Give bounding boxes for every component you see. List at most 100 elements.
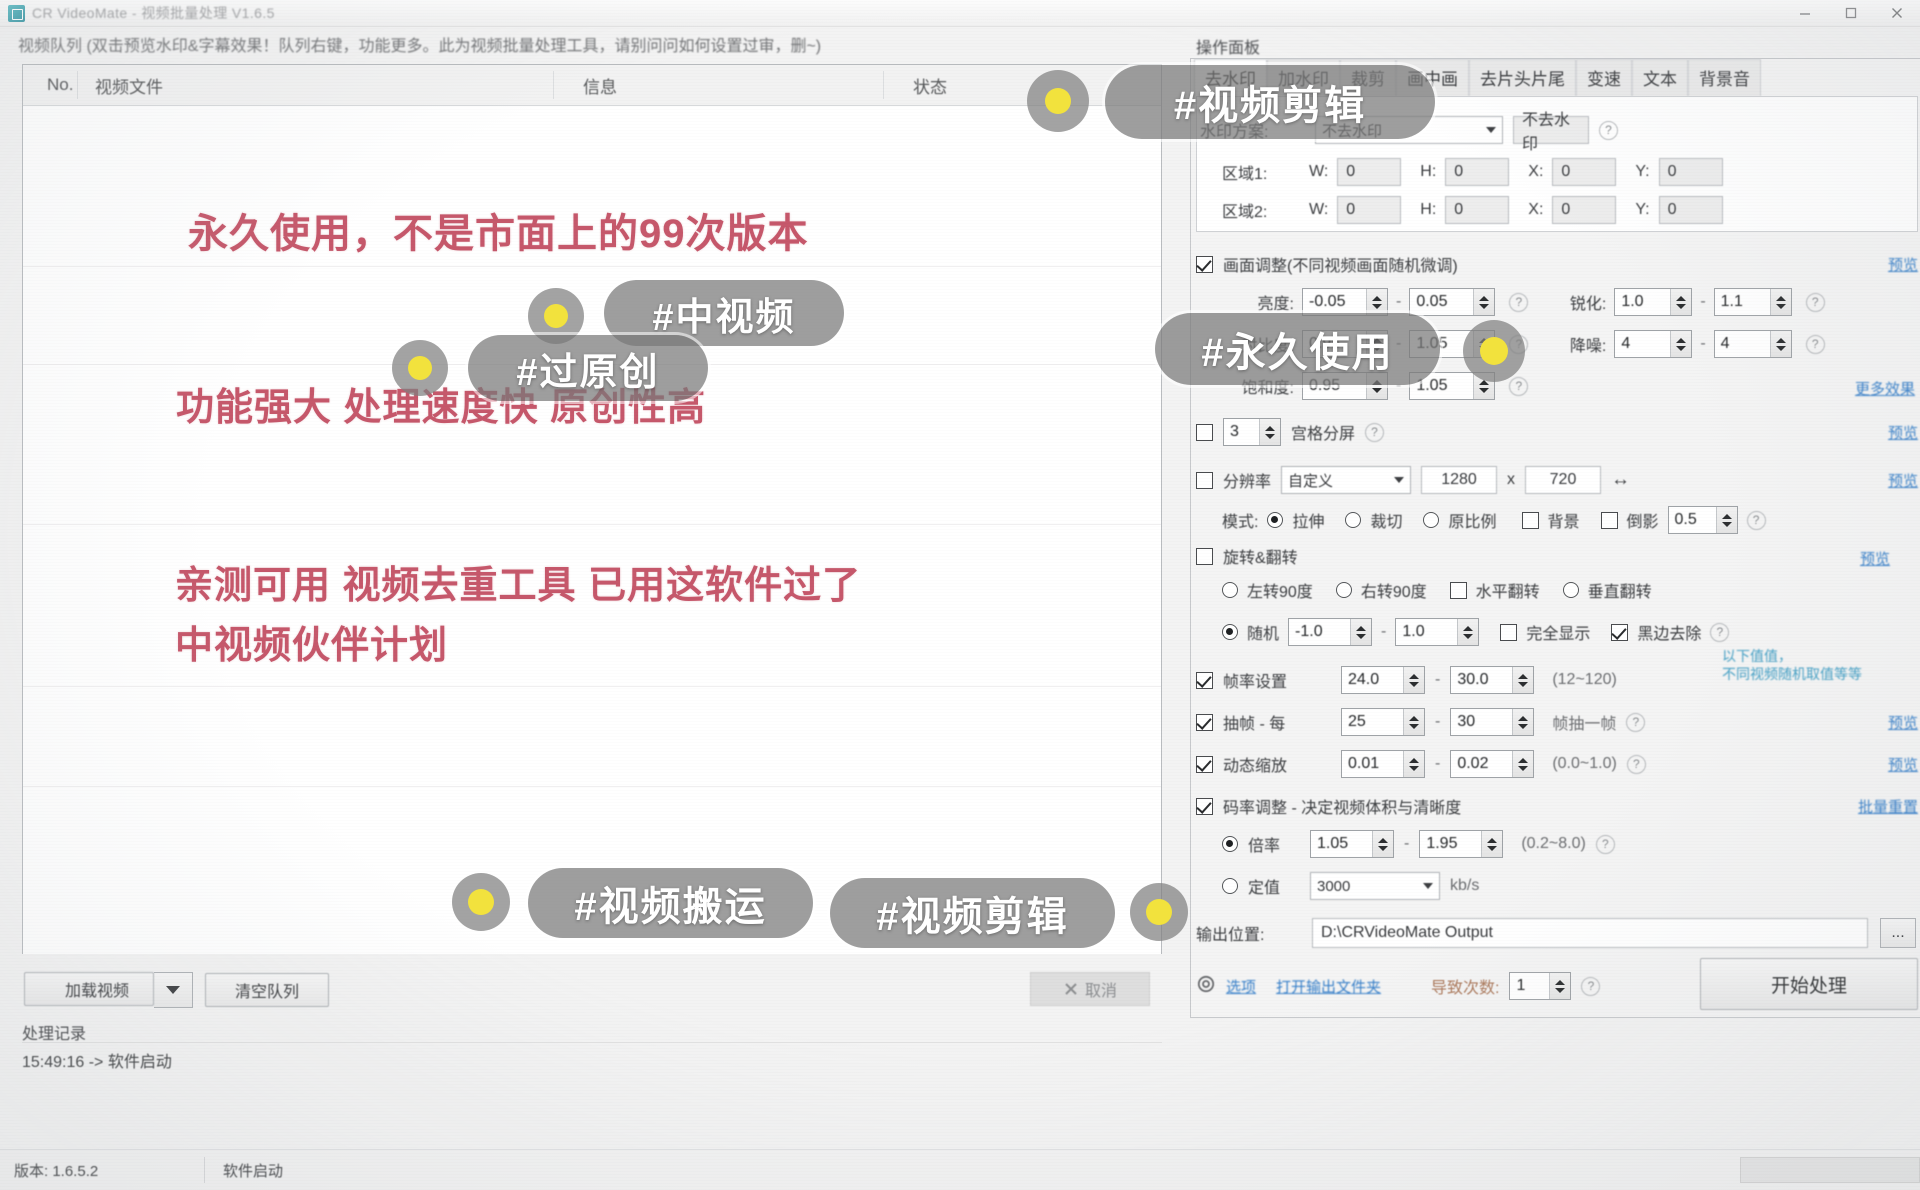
watermark-help-icon[interactable]: ? [1599, 120, 1618, 140]
dynamic-zoom-preview-link[interactable]: 预览 [1888, 754, 1918, 775]
region2-x-input[interactable]: 0 [1552, 196, 1617, 224]
region2-h-input[interactable]: 0 [1445, 196, 1510, 224]
batch-reset-link[interactable]: 批量重置 [1858, 796, 1918, 817]
region1-y-input[interactable]: 0 [1658, 158, 1723, 186]
options-link[interactable]: 选项 [1226, 976, 1256, 997]
dropframe-help-icon[interactable]: ? [1626, 712, 1646, 732]
tab-speed[interactable]: 变速 [1576, 59, 1632, 96]
framerate-min-stepper[interactable] [1403, 667, 1424, 693]
grid-split-input[interactable] [1224, 419, 1259, 445]
rotate-right-90-radio[interactable] [1335, 582, 1352, 598]
black-edge-remove-checkbox[interactable] [1611, 623, 1629, 641]
resolution-help-icon[interactable]: ? [1746, 510, 1766, 530]
dropframe-checkbox[interactable] [1196, 713, 1213, 731]
open-output-folder-link[interactable]: 打开输出文件夹 [1276, 976, 1381, 997]
resolution-background-checkbox[interactable] [1521, 511, 1539, 529]
load-video-button[interactable]: 加载视频 [24, 972, 154, 1006]
grid-split-help-icon[interactable]: ? [1365, 422, 1385, 442]
output-path-input[interactable]: D:\CRVideoMate Output [1312, 918, 1868, 948]
rotate-random-min-input[interactable] [1289, 619, 1351, 645]
brightness-min-input[interactable] [1303, 289, 1366, 315]
rotate-help-icon[interactable]: ? [1710, 622, 1730, 642]
sharpen-help-icon[interactable]: ? [1805, 292, 1825, 312]
dynamic-zoom-max-stepper[interactable] [1512, 751, 1534, 777]
close-button[interactable] [1874, 0, 1920, 26]
dynamic-zoom-max-input[interactable] [1451, 751, 1513, 777]
picture-adjust-checkbox[interactable] [1196, 255, 1213, 273]
bitrate-multiplier-max-stepper[interactable] [1481, 831, 1503, 857]
framerate-max-stepper[interactable] [1512, 667, 1534, 693]
sharpen-max-input[interactable] [1714, 289, 1770, 315]
bitrate-checkbox[interactable] [1196, 797, 1213, 815]
denoise-max-stepper[interactable] [1769, 331, 1791, 357]
region1-x-input[interactable]: 0 [1552, 158, 1617, 186]
region1-h-input[interactable]: 0 [1445, 158, 1510, 186]
dynamic-zoom-help-icon[interactable]: ? [1626, 754, 1646, 774]
load-video-split-button[interactable]: 加载视频 [24, 972, 193, 1008]
grid-split-checkbox[interactable] [1196, 423, 1213, 441]
dropframe-min-stepper[interactable] [1403, 709, 1424, 735]
brightness-help-icon[interactable]: ? [1509, 292, 1529, 312]
full-show-checkbox[interactable] [1500, 623, 1518, 641]
repeat-count-input[interactable] [1510, 973, 1550, 999]
maximize-button[interactable] [1828, 0, 1874, 26]
bitrate-multiplier-radio[interactable] [1222, 836, 1238, 852]
resolution-height-input[interactable]: 720 [1525, 466, 1602, 494]
grid-split-stepper[interactable] [1259, 419, 1280, 445]
resolution-reflection-input[interactable] [1668, 507, 1716, 533]
rotate-random-min-stepper[interactable] [1350, 619, 1372, 645]
load-video-dropdown-button[interactable] [154, 972, 193, 1008]
bitrate-fixed-radio[interactable] [1222, 878, 1238, 894]
watermark-apply-button[interactable]: 不去水印 [1513, 112, 1589, 153]
rotate-flip-checkbox[interactable] [1196, 547, 1213, 565]
queue-body[interactable]: 永久使用，不是市面上的99次版本 功能强大 处理速度快 原创性高 亲测可用 视频… [23, 106, 1161, 954]
clear-queue-button[interactable]: 清空队列 [205, 973, 329, 1007]
tab-trim-head-tail[interactable]: 去片头片尾 [1469, 59, 1576, 96]
resolution-reflection-stepper[interactable] [1715, 507, 1737, 533]
repeat-count-stepper[interactable] [1549, 973, 1571, 999]
denoise-min-input[interactable] [1615, 331, 1671, 357]
dynamic-zoom-checkbox[interactable] [1196, 755, 1213, 773]
resolution-mode-stretch-radio[interactable] [1267, 512, 1284, 528]
tab-background-audio[interactable]: 背景音 [1688, 59, 1761, 96]
dynamic-zoom-min-input[interactable] [1342, 751, 1403, 777]
sharpen-min-stepper[interactable] [1670, 289, 1692, 315]
brightness-max-input[interactable] [1410, 289, 1474, 315]
repeat-count-help-icon[interactable]: ? [1581, 976, 1601, 996]
tab-text[interactable]: 文本 [1632, 59, 1688, 96]
rotate-random-radio[interactable] [1222, 624, 1238, 640]
bitrate-multiplier-max-input[interactable] [1420, 831, 1482, 857]
rotate-random-max-input[interactable] [1396, 619, 1458, 645]
bitrate-multiplier-min-stepper[interactable] [1372, 831, 1393, 857]
bitrate-fixed-select[interactable]: 3000 [1310, 872, 1440, 900]
resolution-mode-original-radio[interactable] [1423, 512, 1440, 528]
dropframe-min-input[interactable] [1342, 709, 1403, 735]
more-effects-link[interactable]: 更多效果 [1855, 378, 1915, 399]
bitrate-multiplier-min-input[interactable] [1311, 831, 1372, 857]
dropframe-max-stepper[interactable] [1512, 709, 1534, 735]
dynamic-zoom-min-stepper[interactable] [1403, 751, 1424, 777]
denoise-min-stepper[interactable] [1670, 331, 1692, 357]
region1-w-input[interactable]: 0 [1337, 158, 1402, 186]
flip-horizontal-checkbox[interactable] [1449, 581, 1467, 599]
browse-output-button[interactable]: ... [1880, 918, 1916, 948]
denoise-help-icon[interactable]: ? [1805, 334, 1825, 354]
resolution-checkbox[interactable] [1196, 471, 1213, 489]
minimize-button[interactable] [1782, 0, 1828, 26]
sharpen-min-input[interactable] [1615, 289, 1671, 315]
framerate-max-input[interactable] [1451, 667, 1513, 693]
region2-y-input[interactable]: 0 [1658, 196, 1723, 224]
framerate-min-input[interactable] [1342, 667, 1403, 693]
dropframe-preview-link[interactable]: 预览 [1888, 712, 1918, 733]
region2-w-input[interactable]: 0 [1337, 196, 1402, 224]
flip-vertical-radio[interactable] [1562, 582, 1579, 598]
resolution-reflection-checkbox[interactable] [1600, 511, 1618, 529]
resolution-preset-select[interactable]: 自定义 [1281, 466, 1412, 494]
denoise-max-input[interactable] [1714, 331, 1770, 357]
grid-preview-link[interactable]: 预览 [1888, 422, 1918, 443]
brightness-max-stepper[interactable] [1473, 289, 1495, 315]
framerate-checkbox[interactable] [1196, 671, 1213, 689]
bitrate-help-icon[interactable]: ? [1595, 834, 1615, 854]
dropframe-max-input[interactable] [1451, 709, 1513, 735]
picture-preview-link[interactable]: 预览 [1888, 254, 1918, 275]
